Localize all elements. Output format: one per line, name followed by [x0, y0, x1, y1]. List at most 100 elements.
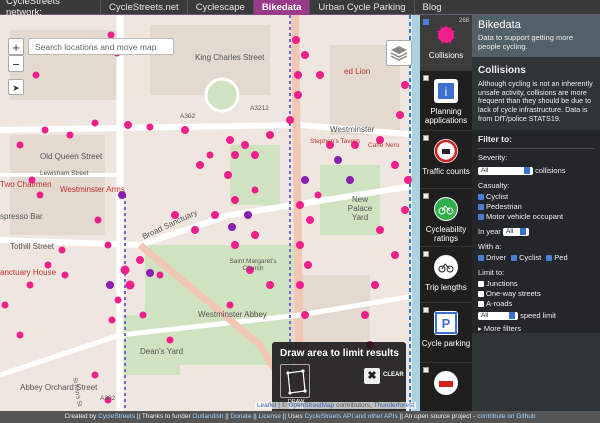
layer-label: Trip lengths [425, 283, 467, 292]
map-label: Two Chairmen [0, 180, 52, 189]
map-label: New Palace Yard [347, 195, 373, 222]
zoom-in-button[interactable]: + [8, 38, 24, 55]
map-label: ed Lion [344, 67, 371, 76]
leaflet-link[interactable]: Leaflet [257, 402, 277, 409]
map-label: Caffè Nero [368, 142, 400, 149]
option-label: Cyclist [486, 191, 509, 201]
panel-header: Bikedata Data to support getting more pe… [472, 15, 600, 57]
layers-switcher-button[interactable] [386, 40, 412, 66]
checkbox-unchecked[interactable] [478, 300, 484, 307]
tab-blog[interactable]: Blog [413, 0, 450, 15]
draw-area-button[interactable] [280, 364, 310, 398]
speed-row: All speed limit [478, 311, 594, 320]
top-navigation: CycleStreets network: CycleStreets.net C… [0, 0, 600, 18]
layer-checkbox[interactable] [423, 251, 429, 257]
checkbox-checked[interactable] [478, 203, 484, 210]
layer-checkbox[interactable] [423, 135, 429, 141]
checkbox-checked[interactable] [546, 254, 553, 261]
severity-value: All [481, 166, 489, 174]
year-select[interactable]: All [503, 227, 530, 236]
speed-select[interactable]: All [478, 311, 518, 320]
casualty-option[interactable]: Cyclist [478, 192, 594, 201]
layer-checkbox[interactable] [423, 367, 429, 373]
footer-link-api[interactable]: CycleStreets API and other APIs [304, 413, 397, 420]
checkbox-unchecked[interactable] [478, 280, 484, 287]
limit-label: Limit to: [478, 267, 505, 277]
layer-cycle-parking[interactable]: P Cycle parking [420, 303, 472, 363]
layer-planning-applications[interactable]: i Planning applications [420, 71, 472, 131]
section-title: Collisions [478, 65, 526, 76]
layer-more[interactable] [420, 363, 472, 411]
thunderforest-link[interactable]: Thunderforest [374, 402, 414, 409]
footer-link-funder[interactable]: Outlandish [192, 413, 223, 420]
layer-checkbox[interactable] [423, 75, 429, 81]
layer-checkbox[interactable] [423, 307, 429, 313]
more-filters-label: More filters [483, 323, 521, 333]
limit-option[interactable]: One-way streets [478, 289, 594, 298]
locate-button[interactable]: ➤ [8, 79, 24, 95]
map-label: anctuary House [0, 268, 57, 277]
map-label: Saint Margaret's Church [229, 258, 277, 272]
map-canvas[interactable]: + − ➤ King Charles Street Old Queen Stre… [0, 15, 420, 411]
casualty-option[interactable]: Motor vehicle occupant [478, 212, 594, 221]
layer-checkbox[interactable] [423, 193, 429, 199]
option-label: A-roads [486, 298, 513, 308]
option-label: Motor vehicle occupant [486, 211, 564, 221]
map-label: spresso Bar [0, 212, 43, 221]
footer-link-donate[interactable]: Donate [231, 413, 252, 420]
checkbox-unchecked[interactable] [478, 290, 484, 297]
zoom-out-button[interactable]: − [8, 55, 24, 72]
map-label: Old Queen Street [40, 152, 103, 161]
limit-option[interactable]: Junctions [478, 279, 594, 288]
footer-link-github[interactable]: contribute on Github [477, 413, 536, 420]
option-label: Cyclist [519, 252, 542, 262]
layer-label: Collisions [428, 51, 464, 60]
speed-suffix: speed limit [520, 310, 556, 320]
tab-cyclescape[interactable]: Cyclescape [186, 0, 253, 15]
map-label: Dean's Yard [140, 347, 184, 356]
more-filters-link[interactable]: ▸ More filters [478, 324, 594, 333]
chevron-down-icon [509, 311, 515, 319]
footer-link-license[interactable]: License [258, 413, 280, 420]
with-options: Driver Cyclist Ped [478, 253, 594, 262]
osm-link[interactable]: OpenStreetMap [288, 402, 334, 409]
layer-label: Planning applications [424, 107, 468, 125]
speed-value: All [481, 311, 489, 319]
footer-text: || Uses [280, 413, 305, 420]
year-value: All [506, 227, 514, 235]
clear-button[interactable]: ✖ [364, 368, 380, 384]
layer-trip-lengths[interactable]: Trip lengths [420, 247, 472, 303]
map-label: Abbey Orchard Street [20, 383, 98, 392]
attribution-text: contributors, [334, 402, 374, 409]
chevron-down-icon [524, 166, 530, 174]
checkbox-checked[interactable] [478, 193, 484, 200]
option-label: Ped [554, 252, 568, 262]
footer-text: Created by [64, 413, 99, 420]
trip-icon [434, 255, 458, 279]
tab-urban-cycle-parking[interactable]: Urban Cycle Parking [309, 0, 413, 15]
filter-section: Filter to: Severity: All collisions Casu… [472, 129, 600, 333]
footer-link-cyclestreets[interactable]: CycleStreets [98, 413, 135, 420]
info-panel: Bikedata Data to support getting more pe… [472, 15, 600, 411]
checkbox-checked[interactable] [511, 254, 518, 261]
tab-bikedata[interactable]: Bikedata [252, 0, 310, 15]
layer-collisions[interactable]: 268 Collisions [420, 15, 472, 71]
panel-subtitle: Data to support getting more people cycl… [478, 33, 574, 51]
casualty-option[interactable]: Pedestrian [478, 202, 594, 211]
layer-sidebar: 268 Collisions i Planning applications T… [420, 15, 472, 411]
draw-area-panel: Draw area to limit results DRAW AREA ✖ C… [272, 342, 406, 411]
checkbox-checked[interactable] [478, 213, 484, 220]
severity-select[interactable]: All [478, 166, 533, 175]
limit-option[interactable]: A-roads [478, 299, 594, 308]
checkbox-checked[interactable] [478, 254, 484, 261]
option-label: Junctions [486, 278, 518, 288]
map-label: Westminster [330, 125, 375, 134]
layer-label: Cycleability ratings [425, 225, 467, 243]
layer-cycleability-ratings[interactable]: Cycleability ratings [420, 189, 472, 247]
layer-checkbox[interactable] [423, 19, 429, 25]
layer-label: Traffic counts [422, 167, 470, 176]
layer-traffic-counts[interactable]: Traffic counts [420, 131, 472, 189]
attribution-text: | © [276, 402, 289, 409]
search-input[interactable] [28, 38, 174, 55]
tab-cyclestreets[interactable]: CycleStreets.net [100, 0, 187, 15]
